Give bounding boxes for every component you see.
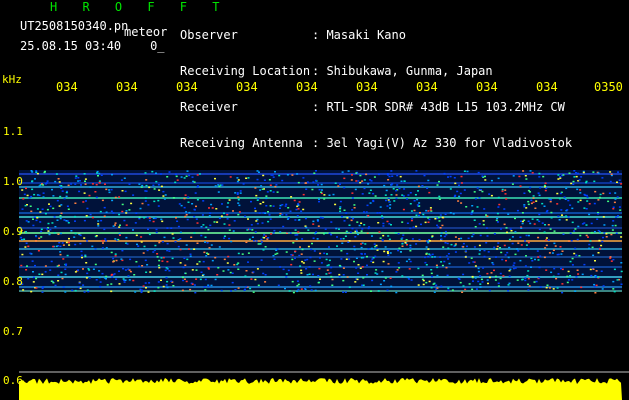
y-tick-label: 0.8 xyxy=(3,275,23,288)
file-name: UT2508150340.pn xyxy=(20,19,129,33)
receiver-value: : RTL-SDR SDR# 43dB L15 103.2MHz CW xyxy=(312,100,565,114)
y-tick-label: 1.0 xyxy=(3,175,23,188)
y-tick-label: 0.7 xyxy=(3,325,23,338)
mode-label: meteor xyxy=(124,25,168,39)
y-tick-label: 0.9 xyxy=(3,225,23,238)
time-tick-label: 034 xyxy=(236,80,258,94)
time-tick-label: 034 xyxy=(476,80,498,94)
location-label: Receiving Location xyxy=(180,64,311,78)
y-tick-label: 1.1 xyxy=(3,125,23,138)
datetime-label: 25.08.15 03:40 0_ xyxy=(20,39,165,53)
time-tick-label: 034 xyxy=(356,80,378,94)
time-tick-label: 034 xyxy=(56,80,78,94)
time-tick-label: 034 xyxy=(416,80,438,94)
observer-label: Observer xyxy=(180,28,238,42)
time-tick-label: 034 xyxy=(176,80,198,94)
y-tick-label: 0.6 xyxy=(3,374,23,387)
time-tick-label: 0350 xyxy=(594,80,623,94)
time-tick-label: 034 xyxy=(116,80,138,94)
receiver-label: Receiver xyxy=(180,100,238,114)
time-tick-label: 034 xyxy=(536,80,558,94)
antenna-value: : 3el Yagi(V) Az 330 for Vladivostok xyxy=(312,136,573,150)
meta-values: : Masaki Kano : Shibukawa, Gunma, Japan … xyxy=(312,5,572,161)
antenna-label: Receiving Antenna xyxy=(180,136,303,150)
observer-value: : Masaki Kano xyxy=(312,28,406,42)
unit-label: kHz xyxy=(2,73,22,86)
location-value: : Shibukawa, Gunma, Japan xyxy=(312,64,493,78)
time-tick-label: 034 xyxy=(296,80,318,94)
